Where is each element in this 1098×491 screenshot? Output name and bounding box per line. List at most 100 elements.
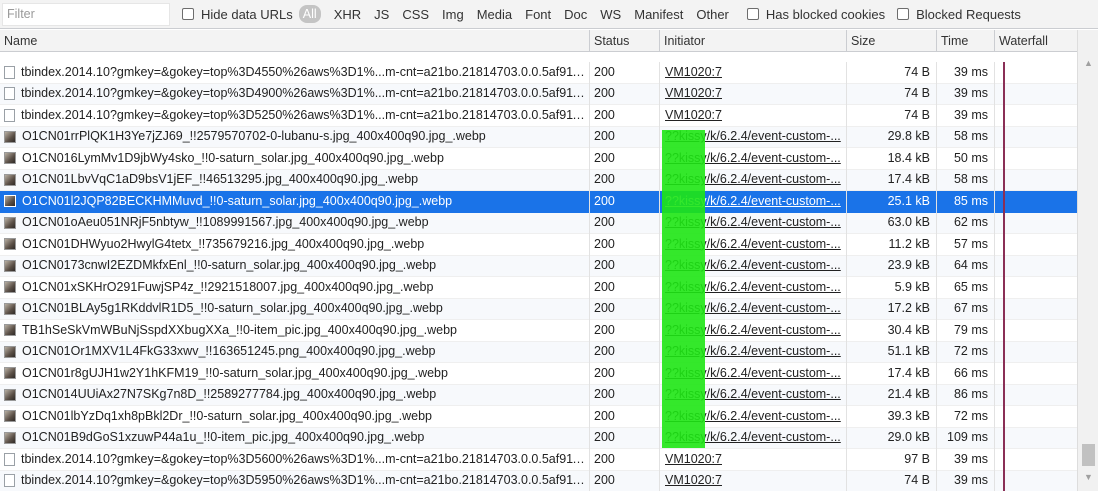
- type-filter-manifest[interactable]: Manifest: [634, 7, 683, 22]
- type-filter-css[interactable]: CSS: [402, 7, 429, 22]
- request-name: TB1hSeSkVmWBuNjSspdXXbugXXa_!!0-item_pic…: [22, 322, 457, 337]
- column-header-size[interactable]: Size: [847, 30, 937, 52]
- initiator-link[interactable]: ??kissy/k/6.2.4/event-custom-...: [665, 237, 841, 251]
- cell-name[interactable]: tbindex.2014.10?gmkey=&gokey=top%3D4550%…: [0, 61, 590, 83]
- cell-name[interactable]: O1CN0173cnwI2EZDMkfxEnl_!!0-saturn_solar…: [0, 255, 590, 277]
- scroll-down-icon[interactable]: ▼: [1084, 472, 1093, 482]
- initiator-link[interactable]: ??kissy/k/6.2.4/event-custom-...: [665, 215, 841, 229]
- checkbox-icon[interactable]: [897, 8, 910, 20]
- cell-name[interactable]: O1CN01l2JQP82BECKHMMuvd_!!0-saturn_solar…: [0, 190, 590, 212]
- column-header-initiator[interactable]: Initiator: [660, 30, 847, 52]
- has-blocked-cookies-checkbox[interactable]: Has blocked cookies: [746, 7, 885, 22]
- cell-name[interactable]: O1CN01rrPlQK1H3Ye7jZJ69_!!2579570702-0-l…: [0, 126, 590, 148]
- blocked-requests-checkbox[interactable]: Blocked Requests: [897, 7, 1021, 22]
- type-filter-js[interactable]: JS: [374, 7, 389, 22]
- initiator-link[interactable]: ??kissy/k/6.2.4/event-custom-...: [665, 172, 841, 186]
- cell-name[interactable]: tbindex.2014.10?gmkey=&gokey=top%3D5950%…: [0, 470, 590, 491]
- table-row[interactable]: O1CN01DHWyuo2HwylG4tetx_!!735679216.jpg_…: [0, 233, 1077, 256]
- cell-name[interactable]: O1CN01Or1MXV1L4FkG33xwv_!!163651245.png_…: [0, 341, 590, 363]
- cell-name[interactable]: O1CN01BLAy5g1RKddvlR1D5_!!0-saturn_solar…: [0, 298, 590, 320]
- table-row[interactable]: O1CN01oAeu051NRjF5nbtyw_!!1089991567.jpg…: [0, 212, 1077, 234]
- request-name: tbindex.2014.10?gmkey=&gokey=top%3D4550%…: [21, 64, 589, 79]
- cell-name[interactable]: O1CN01B9dGoS1xzuwP44a1u_!!0-item_pic.jpg…: [0, 427, 590, 449]
- checkbox-icon[interactable]: [746, 8, 759, 20]
- table-row[interactable]: tbindex.2014.10?gmkey=&gokey=top%3D5600%…: [0, 448, 1077, 471]
- type-filter-xhr[interactable]: XHR: [334, 7, 361, 22]
- initiator-link[interactable]: ??kissy/k/6.2.4/event-custom-...: [665, 301, 841, 315]
- vertical-scrollbar[interactable]: ▲ ▼: [1077, 30, 1098, 491]
- initiator-link[interactable]: VM1020:7: [665, 65, 722, 79]
- column-header-waterfall[interactable]: Waterfall: [995, 30, 1077, 52]
- table-row[interactable]: O1CN01lbYzDq1xh8pBkl2Dr_!!0-saturn_solar…: [0, 405, 1077, 428]
- table-row[interactable]: tbindex.2014.10?gmkey=&gokey=top%3D4900%…: [0, 83, 1077, 105]
- initiator-link[interactable]: VM1020:7: [665, 473, 722, 487]
- cell-name[interactable]: tbindex.2014.10?gmkey=&gokey=top%3D5600%…: [0, 448, 590, 470]
- table-row[interactable]: O1CN01BLAy5g1RKddvlR1D5_!!0-saturn_solar…: [0, 298, 1077, 320]
- initiator-link[interactable]: ??kissy/k/6.2.4/event-custom-...: [665, 151, 841, 165]
- initiator-link[interactable]: ??kissy/k/6.2.4/event-custom-...: [665, 194, 841, 208]
- table-row[interactable]: TB1hSeSkVmWBuNjSspdXXbugXXa_!!0-item_pic…: [0, 319, 1077, 342]
- table-row[interactable]: O1CN01r8gUJH1w2Y1hKFM19_!!0-saturn_solar…: [0, 362, 1077, 385]
- cell-name[interactable]: O1CN01DHWyuo2HwylG4tetx_!!735679216.jpg_…: [0, 233, 590, 255]
- type-filter-font[interactable]: Font: [525, 7, 551, 22]
- initiator-link[interactable]: ??kissy/k/6.2.4/event-custom-...: [665, 280, 841, 294]
- column-header-status[interactable]: Status: [590, 30, 660, 52]
- document-file-icon: [4, 108, 15, 122]
- table-row[interactable]: O1CN01Or1MXV1L4FkG33xwv_!!163651245.png_…: [0, 341, 1077, 363]
- type-filter-ws[interactable]: WS: [600, 7, 621, 22]
- initiator-link[interactable]: ??kissy/k/6.2.4/event-custom-...: [665, 430, 841, 444]
- checkbox-icon[interactable]: [182, 8, 194, 20]
- scrollbar-thumb[interactable]: [1082, 444, 1095, 466]
- scroll-up-icon[interactable]: ▲: [1084, 58, 1093, 68]
- type-filter-doc[interactable]: Doc: [564, 7, 587, 22]
- cell-status: 200: [590, 405, 660, 427]
- column-header-time[interactable]: Time: [937, 30, 995, 52]
- initiator-link[interactable]: ??kissy/k/6.2.4/event-custom-...: [665, 129, 841, 143]
- table-row[interactable]: O1CN01rrPlQK1H3Ye7jZJ69_!!2579570702-0-l…: [0, 126, 1077, 148]
- initiator-link[interactable]: ??kissy/k/6.2.4/event-custom-...: [665, 258, 841, 272]
- cell-name[interactable]: tbindex.2014.10?gmkey=&gokey=top%3D5250%…: [0, 104, 590, 126]
- cell-name[interactable]: O1CN01r8gUJH1w2Y1hKFM19_!!0-saturn_solar…: [0, 362, 590, 384]
- initiator-link[interactable]: ??kissy/k/6.2.4/event-custom-...: [665, 409, 841, 423]
- table-row[interactable]: O1CN016LymMv1D9jbWy4sko_!!0-saturn_solar…: [0, 147, 1077, 170]
- table-row[interactable]: O1CN0173cnwI2EZDMkfxEnl_!!0-saturn_solar…: [0, 255, 1077, 277]
- initiator-link[interactable]: ??kissy/k/6.2.4/event-custom-...: [665, 323, 841, 337]
- initiator-link[interactable]: VM1020:7: [665, 108, 722, 122]
- cell-time: 50 ms: [937, 147, 995, 169]
- initiator-link[interactable]: ??kissy/k/6.2.4/event-custom-...: [665, 366, 841, 380]
- table-row[interactable]: O1CN01LbvVqC1aD9bsV1jEF_!!46513295.jpg_4…: [0, 169, 1077, 191]
- cell-waterfall: [995, 405, 1077, 427]
- table-row[interactable]: tbindex.2014.10?gmkey=&gokey=top%3D5250%…: [0, 104, 1077, 127]
- column-header-name[interactable]: Name: [0, 30, 590, 52]
- initiator-link[interactable]: ??kissy/k/6.2.4/event-custom-...: [665, 344, 841, 358]
- cell-waterfall: [995, 362, 1077, 384]
- image-file-icon: [4, 431, 16, 444]
- type-filter-img[interactable]: Img: [442, 7, 464, 22]
- initiator-link[interactable]: ??kissy/k/6.2.4/event-custom-...: [665, 387, 841, 401]
- initiator-link[interactable]: VM1020:7: [665, 452, 722, 466]
- cell-name[interactable]: tbindex.2014.10?gmkey=&gokey=top%3D4900%…: [0, 83, 590, 105]
- cell-name[interactable]: O1CN01LbvVqC1aD9bsV1jEF_!!46513295.jpg_4…: [0, 169, 590, 191]
- type-filter-all[interactable]: All: [298, 5, 321, 23]
- cell-name[interactable]: O1CN01xSKHrO291FuwjSP4z_!!2921518007.jpg…: [0, 276, 590, 298]
- cell-size: 97 B: [847, 448, 937, 470]
- type-filter-other[interactable]: Other: [696, 7, 729, 22]
- cell-name[interactable]: TB1hSeSkVmWBuNjSspdXXbugXXa_!!0-item_pic…: [0, 319, 590, 341]
- table-row[interactable]: O1CN014UUiAx27N7SKg7n8D_!!2589277784.jpg…: [0, 384, 1077, 406]
- table-row[interactable]: O1CN01B9dGoS1xzuwP44a1u_!!0-item_pic.jpg…: [0, 427, 1077, 449]
- table-row-selected[interactable]: O1CN01l2JQP82BECKHMMuvd_!!0-saturn_solar…: [0, 190, 1077, 213]
- table-row[interactable]: O1CN01xSKHrO291FuwjSP4z_!!2921518007.jpg…: [0, 276, 1077, 299]
- cell-name[interactable]: O1CN01lbYzDq1xh8pBkl2Dr_!!0-saturn_solar…: [0, 405, 590, 427]
- filter-input[interactable]: [2, 2, 170, 26]
- type-filter-media[interactable]: Media: [477, 7, 512, 22]
- cell-name[interactable]: O1CN016LymMv1D9jbWy4sko_!!0-saturn_solar…: [0, 147, 590, 169]
- initiator-link[interactable]: VM1020:7: [665, 86, 722, 100]
- table-row[interactable]: tbindex.2014.10?gmkey=&gokey=top%3D5950%…: [0, 470, 1077, 491]
- image-file-icon: [4, 410, 16, 423]
- cell-name[interactable]: O1CN014UUiAx27N7SKg7n8D_!!2589277784.jpg…: [0, 384, 590, 406]
- cell-name[interactable]: O1CN01oAeu051NRjF5nbtyw_!!1089991567.jpg…: [0, 212, 590, 234]
- cell-initiator: ??kissy/k/6.2.4/event-custom-...: [660, 190, 847, 212]
- image-file-icon: [4, 173, 16, 186]
- hide-data-urls-checkbox[interactable]: Hide data URLs: [182, 7, 293, 22]
- table-row[interactable]: tbindex.2014.10?gmkey=&gokey=top%3D4550%…: [0, 61, 1077, 84]
